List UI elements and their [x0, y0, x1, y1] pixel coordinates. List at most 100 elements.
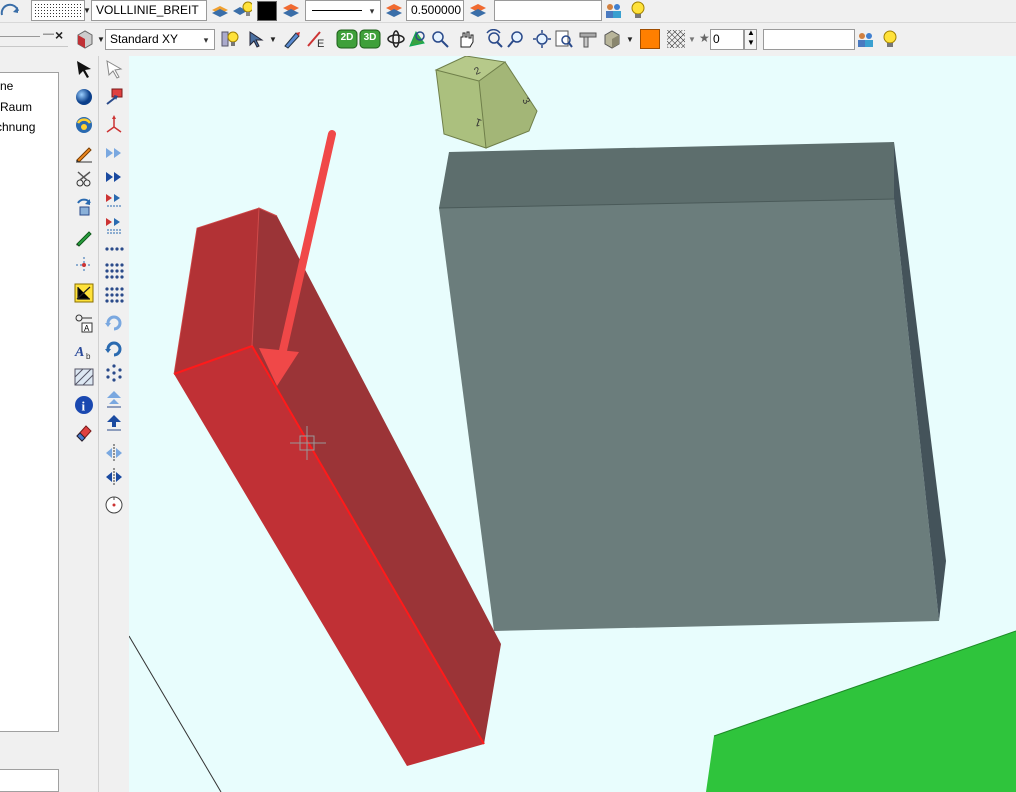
text-icon[interactable]: Ab	[73, 340, 95, 362]
pointer-tool-icon[interactable]	[247, 29, 267, 49]
sphere-icon[interactable]	[73, 86, 95, 108]
view-bulb-icon[interactable]	[220, 29, 240, 49]
trim-icon[interactable]	[73, 168, 95, 190]
green-box[interactable]	[706, 630, 1016, 792]
layer-stack-icon[interactable]	[281, 0, 301, 20]
pencil-icon[interactable]	[73, 142, 95, 164]
hatch-pattern-select[interactable]	[31, 0, 85, 21]
dot-grid-icon[interactable]	[103, 260, 125, 282]
view-cube-icon[interactable]	[75, 29, 95, 49]
dot-grid-large-icon[interactable]	[103, 284, 125, 306]
toolbar-row-1: ▼ VOLLLINIE_BREIT ▾ 0.500000	[0, 0, 1016, 23]
text-attribute-icon[interactable]: A	[73, 312, 95, 334]
snap-point-icon[interactable]	[73, 254, 95, 276]
chevron-down-icon[interactable]: ▼	[269, 35, 277, 44]
property-box[interactable]	[0, 769, 59, 792]
3d-viewport[interactable]: 2 1 3	[129, 56, 1016, 792]
color-swatch[interactable]	[257, 1, 277, 21]
rotate-copy-icon[interactable]	[103, 338, 125, 360]
arrow-up-icon[interactable]	[103, 388, 125, 410]
select-arrow-icon[interactable]	[73, 58, 95, 80]
arrow-up-dark-icon[interactable]	[103, 412, 125, 434]
dot-arc-icon[interactable]	[103, 362, 125, 384]
rotate-icon[interactable]	[103, 312, 125, 334]
green-pencil-icon[interactable]	[73, 226, 95, 248]
chevron-down-icon[interactable]: ▼	[83, 6, 91, 15]
zoom-page-icon[interactable]	[554, 29, 574, 49]
users-icon[interactable]	[856, 29, 878, 49]
svg-text:i: i	[82, 399, 86, 414]
tree-item[interactable]: ne	[0, 79, 13, 93]
chevron-down-icon[interactable]: ▼	[688, 35, 696, 44]
zoom-window-icon[interactable]	[408, 29, 428, 49]
center-point-icon[interactable]	[103, 494, 125, 516]
zoom-dynamic-icon[interactable]	[506, 29, 526, 49]
spin-down-icon[interactable]: ▼	[747, 38, 755, 47]
pen-icon[interactable]	[282, 29, 302, 49]
eraser-icon[interactable]	[73, 422, 95, 444]
chevron-down-icon[interactable]: ▾	[199, 31, 213, 48]
number-input-value: 0	[713, 32, 720, 46]
layer-stack-icon[interactable]	[468, 0, 488, 20]
view-select[interactable]: Standard XY ▾	[105, 29, 215, 50]
toolbar-row-2: ▼ Standard XY ▾ ▼ E 2D 3D ▼ ▼ ★ 0 ▲ ▼	[70, 25, 1016, 54]
magnifier-icon[interactable]	[430, 29, 450, 49]
pan-hand-icon[interactable]	[456, 29, 476, 49]
hatch-area-icon[interactable]	[73, 366, 95, 388]
copy-move-multi-icon[interactable]	[103, 214, 125, 236]
shaded-cube-icon[interactable]	[602, 29, 622, 49]
users-icon[interactable]	[604, 0, 626, 20]
mirror-copy-icon[interactable]	[103, 466, 125, 488]
info-icon[interactable]: i	[73, 394, 95, 416]
layer-stack-icon[interactable]	[210, 0, 230, 20]
viewcube[interactable]: 2 1 3	[434, 56, 538, 149]
zoom-rotate-icon[interactable]	[484, 29, 504, 49]
lightbulb-icon[interactable]	[628, 0, 648, 20]
spin-up-icon[interactable]: ▲	[747, 28, 755, 37]
empty-input-field[interactable]	[494, 0, 602, 21]
hatch-icon[interactable]	[666, 29, 686, 49]
tree-view[interactable]: ne Raum chnung	[0, 72, 59, 732]
tree-item[interactable]: Raum	[0, 100, 32, 114]
linewidth-field[interactable]: 0.500000	[406, 0, 464, 21]
chevron-down-icon[interactable]: ▼	[97, 35, 105, 44]
app-window: ▼ VOLLLINIE_BREIT ▾ 0.500000 — × ne Raum…	[0, 0, 1016, 792]
view-2d-label: 2D	[340, 32, 354, 43]
axis-icon[interactable]	[103, 114, 125, 136]
gray-box[interactable]	[438, 142, 946, 631]
transform-icon[interactable]	[73, 196, 95, 218]
chevron-down-icon[interactable]: ▼	[626, 35, 634, 44]
tree-item[interactable]: chnung	[0, 120, 35, 134]
double-arrow-right-dark-icon[interactable]	[103, 166, 125, 188]
number-spinner[interactable]: ▲ ▼	[744, 28, 757, 50]
ground-edge-line	[129, 635, 222, 792]
pin-icon[interactable]: —	[43, 28, 54, 40]
fill-color-swatch[interactable]	[640, 29, 660, 49]
number-input[interactable]: 0	[710, 29, 744, 50]
edge-icon[interactable]: E	[306, 29, 326, 49]
view-2d-button[interactable]: 2D	[336, 29, 358, 49]
viewport-canvas[interactable]: 2 1 3	[129, 56, 1016, 792]
linetype-field[interactable]: VOLLLINIE_BREIT	[91, 0, 207, 21]
dimension-icon[interactable]	[73, 282, 95, 304]
zoom-extents-icon[interactable]	[532, 29, 552, 49]
search-input[interactable]	[763, 29, 855, 50]
chevron-down-icon[interactable]: ▾	[365, 2, 379, 19]
double-arrow-right-icon[interactable]	[103, 142, 125, 164]
select-arrow-outline-icon[interactable]	[103, 58, 125, 80]
redo-icon[interactable]	[0, 1, 20, 21]
layer-bulb-icon[interactable]	[232, 0, 252, 20]
linestyle-select[interactable]: ▾	[305, 0, 381, 21]
mirror-icon[interactable]	[103, 442, 125, 464]
linewidth-value: 0.500000	[411, 3, 462, 17]
move-icon[interactable]	[103, 86, 125, 108]
close-icon[interactable]: ×	[55, 27, 63, 43]
layer-stack-icon[interactable]	[384, 0, 404, 20]
copy-move-icon[interactable]	[103, 190, 125, 212]
rotate-sphere-icon[interactable]	[73, 114, 95, 136]
dot-row-icon[interactable]	[103, 238, 125, 260]
section-plane-icon[interactable]	[578, 29, 598, 49]
view-3d-button[interactable]: 3D	[359, 29, 381, 49]
orbit-icon[interactable]	[386, 29, 406, 49]
lightbulb-icon[interactable]	[880, 29, 900, 49]
